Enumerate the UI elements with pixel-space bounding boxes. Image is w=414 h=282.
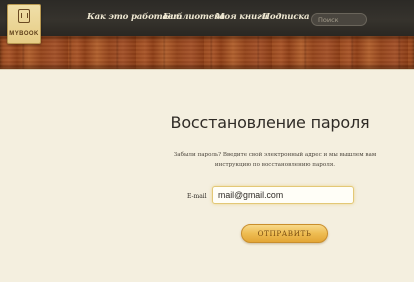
email-field[interactable] <box>212 186 354 204</box>
email-label: E-mail <box>187 193 207 200</box>
page-title: Восстановление пароля <box>170 113 370 132</box>
instructions-line-1: Забыли пароль? Введите свой электронный … <box>173 152 377 158</box>
instructions-line-2: инструкцию по восстановлению пароля. <box>214 162 336 168</box>
search-input[interactable]: Поиск <box>311 13 367 26</box>
top-navigation-bar: Как это работает Библиотека Моя книги По… <box>0 0 414 36</box>
banner-divider <box>0 69 414 70</box>
submit-button[interactable]: ОТПРАВИТЬ <box>241 224 328 243</box>
nav-link-my-books[interactable]: Моя книги <box>215 12 268 22</box>
nav-link-subscription[interactable]: Подписка <box>262 12 310 22</box>
logo[interactable]: MYBOOK <box>7 4 41 44</box>
logo-text: MYBOOK <box>9 31 39 37</box>
book-logo-icon <box>18 9 30 23</box>
wood-banner <box>0 36 414 69</box>
instructions-text: Забыли пароль? Введите свой электронный … <box>155 150 395 170</box>
